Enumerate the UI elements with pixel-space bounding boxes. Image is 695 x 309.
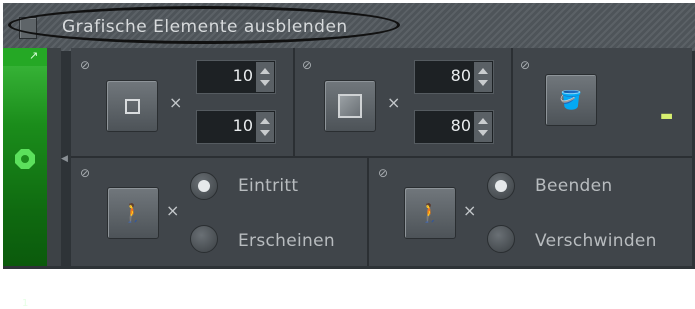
collapse-arrow-icon[interactable]: ◀ <box>61 154 68 164</box>
square-icon <box>124 98 140 114</box>
radio-erscheinen-label: Erscheinen <box>238 231 335 251</box>
width-value: 10 <box>232 66 253 85</box>
row-divider <box>71 156 692 158</box>
column-divider <box>293 48 295 156</box>
walk-in-icon: 🚶 <box>121 202 145 224</box>
highlight-ellipse <box>8 6 400 44</box>
times-sign: × <box>463 201 477 220</box>
entry-animation-button[interactable]: 🚶 <box>107 187 159 239</box>
stepper-arrows[interactable] <box>474 62 492 92</box>
eye-hidden-icon[interactable]: ⊘ <box>378 166 388 180</box>
stepper-arrows[interactable] <box>474 112 492 142</box>
eye-hidden-icon[interactable]: ⊘ <box>80 58 90 72</box>
radio-beenden-label: Beenden <box>535 176 613 196</box>
radio-eintritt-label: Eintritt <box>238 176 299 196</box>
radio-beenden[interactable] <box>487 172 515 200</box>
strip-header[interactable]: ↗ <box>3 48 47 66</box>
border-width-value: 80 <box>450 66 471 85</box>
left-strip: ↗ 1 <box>3 48 47 309</box>
times-sign: × <box>166 201 180 220</box>
strip-number: 1 <box>22 298 29 309</box>
times-sign: × <box>169 93 183 112</box>
arrow-icon: ↗ <box>29 49 39 62</box>
square-filled-icon <box>338 94 362 118</box>
stepper-arrows[interactable] <box>256 112 274 142</box>
height-value: 10 <box>232 116 253 135</box>
walk-out-icon: 🚶 <box>418 202 442 224</box>
shape-size-button[interactable] <box>106 80 158 132</box>
radio-eintritt[interactable] <box>190 172 218 200</box>
stepper-arrows[interactable] <box>256 62 274 92</box>
column-divider <box>511 48 513 156</box>
cursor-marker-icon: ▬ <box>660 108 674 124</box>
height-stepper[interactable]: 10 <box>196 110 276 144</box>
splitter[interactable] <box>47 48 61 266</box>
border-size-button[interactable] <box>324 80 376 132</box>
paint-bucket-icon: 🪣 <box>559 89 583 111</box>
times-sign: × <box>387 93 401 112</box>
width-stepper[interactable]: 10 <box>196 60 276 94</box>
radio-verschwinden[interactable] <box>487 225 515 253</box>
border-height-stepper[interactable]: 80 <box>414 110 494 144</box>
eye-hidden-icon[interactable]: ⊘ <box>302 58 312 72</box>
exit-animation-button[interactable]: 🚶 <box>404 187 456 239</box>
column-divider <box>367 158 369 266</box>
eye-hidden-icon[interactable]: ⊘ <box>520 58 530 72</box>
eye-hidden-icon[interactable]: ⊘ <box>80 166 90 180</box>
border-width-stepper[interactable]: 80 <box>414 60 494 94</box>
radio-erscheinen[interactable] <box>190 225 218 253</box>
status-octagon-icon[interactable] <box>15 149 35 169</box>
radio-verschwinden-label: Verschwinden <box>535 231 657 251</box>
border-height-value: 80 <box>450 116 471 135</box>
fill-button[interactable]: 🪣 <box>545 74 597 126</box>
top-bar: Grafische Elemente ausblenden <box>3 3 695 51</box>
